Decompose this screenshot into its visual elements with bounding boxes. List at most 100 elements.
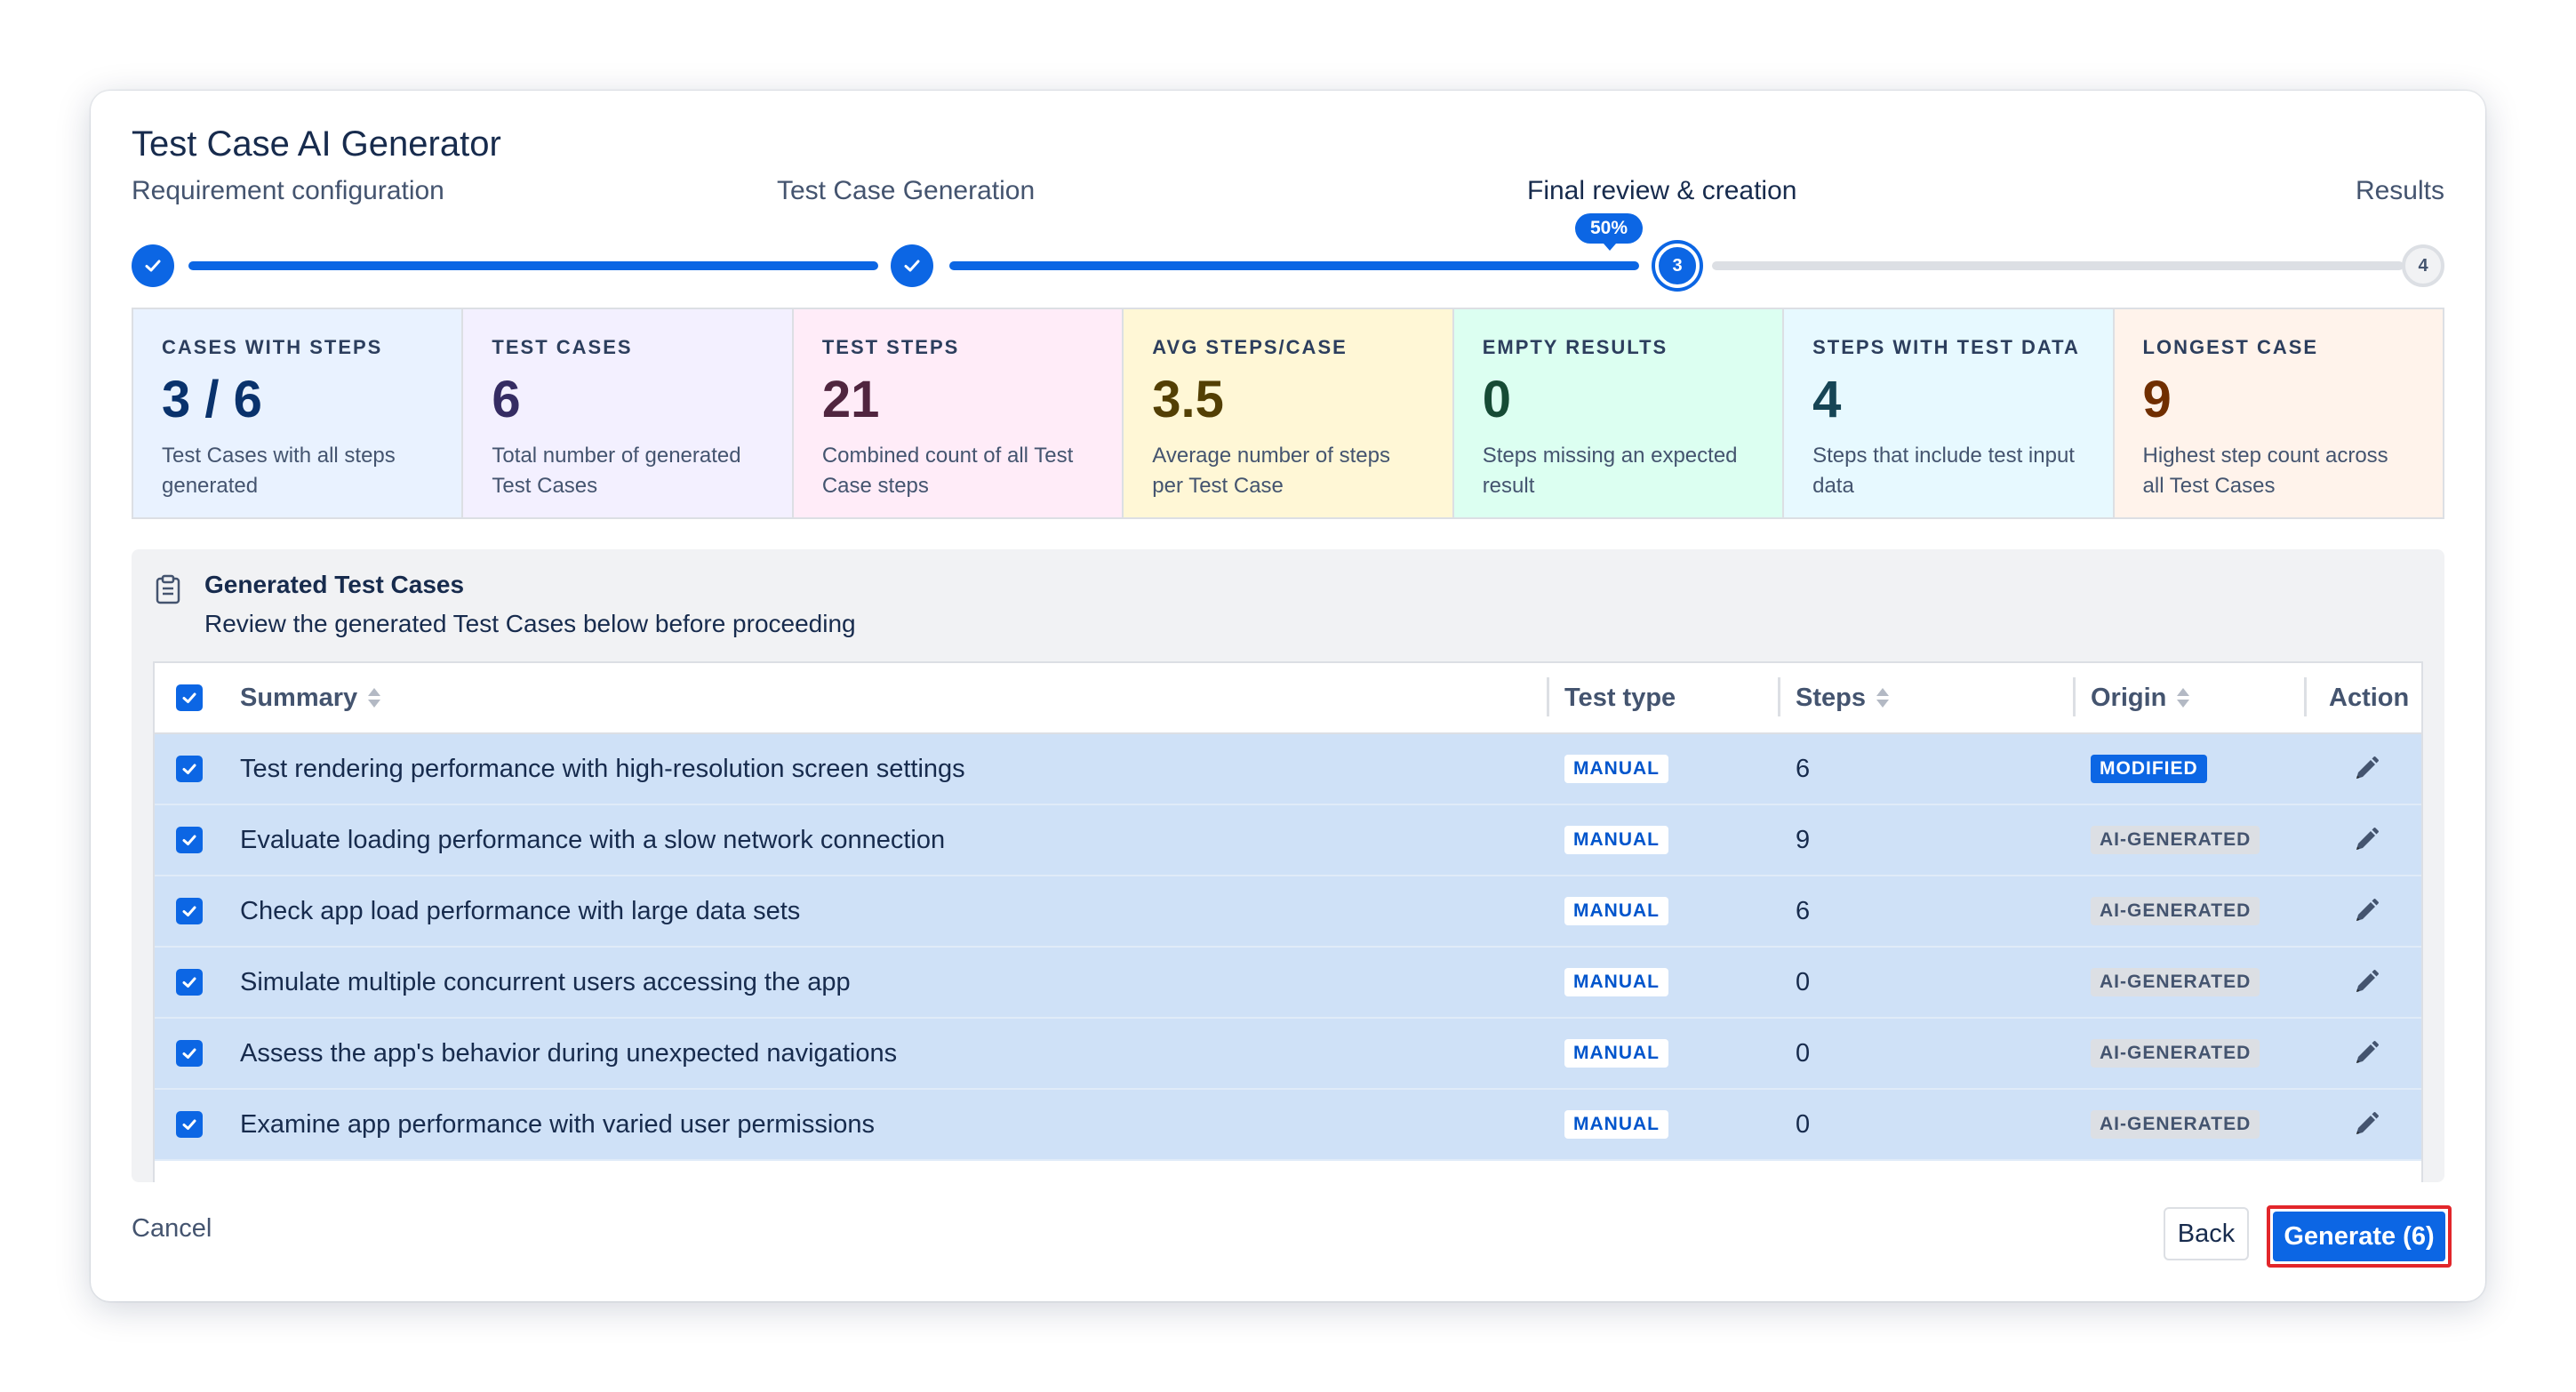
stat-value: 4 [1812, 371, 1842, 428]
row-steps-count: 6 [1796, 754, 1811, 783]
stat-label: EMPTY RESULTS [1482, 336, 1668, 358]
check-icon [182, 906, 196, 916]
stat-value: 0 [1482, 371, 1511, 428]
cancel-button[interactable]: Cancel [132, 1214, 212, 1244]
test-type-lozenge: MANUAL [1564, 826, 1668, 854]
progress-percent-badge: 50% [1575, 213, 1643, 251]
row-test-type: MANUAL [1564, 805, 1668, 875]
edit-button[interactable] [2352, 1090, 2380, 1159]
column-header-origin[interactable]: Origin [2091, 663, 2190, 732]
table-row[interactable]: Check app load performance with large da… [155, 876, 2421, 948]
stats-summary: CASES WITH STEPS 3 / 6 Test Cases with a… [132, 308, 2444, 519]
row-summary: Examine app performance with varied user… [240, 1109, 876, 1139]
column-header-origin-label: Origin [2091, 683, 2167, 712]
edit-button[interactable] [2352, 734, 2380, 804]
edit-button[interactable] [2352, 948, 2380, 1017]
check-icon [904, 260, 920, 272]
row-origin: AI-GENERATED [2091, 876, 2260, 946]
check-icon [145, 260, 161, 272]
origin-lozenge: AI-GENERATED [2091, 1110, 2260, 1139]
stat-value: 3.5 [1152, 371, 1224, 428]
column-header-summary-label: Summary [240, 683, 358, 712]
column-header-test-type: Test type [1564, 663, 1676, 732]
step-4-pending-indicator: 4 [2402, 244, 2444, 287]
check-icon [182, 692, 196, 703]
table-row[interactable]: Test rendering performance with high-res… [155, 734, 2421, 805]
row-test-type: MANUAL [1564, 948, 1668, 1017]
check-icon [182, 764, 196, 774]
column-divider[interactable] [1778, 677, 1780, 716]
edit-button[interactable] [2352, 1019, 2380, 1088]
check-icon [182, 977, 196, 988]
table-header: Summary Test type Steps Origin Action [155, 663, 2421, 734]
column-header-summary[interactable]: Summary [240, 663, 381, 732]
row-checkbox[interactable] [176, 734, 203, 804]
stat-description: Combined count of all Test Case steps [821, 444, 1074, 498]
test-cases-table: Summary Test type Steps Origin Action Te… [153, 661, 2423, 1182]
row-summary: Simulate multiple concurrent users acces… [240, 967, 851, 996]
stat-description: Average number of steps per Test Case [1152, 444, 1390, 498]
column-divider[interactable] [2304, 677, 2307, 716]
stat-card-longest-case: LONGEST CASE 9 Highest step count across… [2114, 309, 2443, 517]
pencil-icon [2356, 1112, 2379, 1134]
origin-lozenge: AI-GENERATED [2091, 968, 2260, 996]
column-header-test-type-label: Test type [1564, 683, 1676, 712]
origin-lozenge: AI-GENERATED [2091, 897, 2260, 925]
row-checkbox[interactable] [176, 1090, 203, 1159]
row-origin: AI-GENERATED [2091, 1090, 2260, 1159]
generate-button[interactable]: Generate (6) [2273, 1212, 2445, 1261]
test-type-lozenge: MANUAL [1564, 1039, 1668, 1068]
column-divider[interactable] [2073, 677, 2076, 716]
table-row[interactable]: Evaluate loading performance with a slow… [155, 805, 2421, 876]
stat-description: Highest step count across all Test Cases [2142, 444, 2388, 498]
select-all-checkbox[interactable] [176, 663, 203, 732]
stat-value: 21 [821, 371, 880, 428]
edit-button[interactable] [2352, 805, 2380, 875]
table-row[interactable]: Examine app performance with varied user… [155, 1090, 2421, 1161]
test-type-lozenge: MANUAL [1564, 755, 1668, 783]
generated-test-cases-panel: Generated Test Cases Review the generate… [132, 549, 2444, 1182]
row-checkbox[interactable] [176, 948, 203, 1017]
stat-description: Steps that include test input data [1812, 444, 2075, 498]
table-row[interactable]: Assess the app's behavior during unexpec… [155, 1019, 2421, 1090]
row-steps-count: 0 [1796, 967, 1811, 996]
row-summary: Assess the app's behavior during unexpec… [240, 1038, 898, 1068]
origin-lozenge: MODIFIED [2091, 755, 2207, 783]
row-checkbox[interactable] [176, 1019, 203, 1088]
stat-card-cases-with-steps: CASES WITH STEPS 3 / 6 Test Cases with a… [133, 309, 464, 517]
row-checkbox[interactable] [176, 805, 203, 875]
column-divider[interactable] [1547, 677, 1549, 716]
stat-card-empty-results: EMPTY RESULTS 0 Steps missing an expecte… [1453, 309, 1785, 517]
pencil-icon [2356, 828, 2379, 850]
sort-icon [2177, 687, 2190, 708]
step-label-test-case-generation: Test Case Generation [777, 176, 1036, 205]
table-row[interactable]: Simulate multiple concurrent users acces… [155, 948, 2421, 1019]
column-header-steps[interactable]: Steps [1796, 663, 1889, 732]
step-connector-2 [949, 261, 1639, 270]
dialog-title: Test Case AI Generator [132, 124, 501, 164]
check-icon [182, 1048, 196, 1059]
test-type-lozenge: MANUAL [1564, 1110, 1668, 1139]
stat-card-avg-steps: AVG STEPS/CASE 3.5 Average number of ste… [1124, 309, 1454, 517]
step-label-results: Results [2355, 176, 2444, 205]
stat-card-steps-with-test-data: STEPS WITH TEST DATA 4 Steps that includ… [1784, 309, 2115, 517]
origin-lozenge: AI-GENERATED [2091, 826, 2260, 854]
step-label-final-review: Final review & creation [1527, 176, 1797, 205]
row-steps-count: 0 [1796, 1038, 1811, 1068]
test-type-lozenge: MANUAL [1564, 897, 1668, 925]
stat-label: CASES WITH STEPS [162, 336, 383, 358]
column-header-action: Action [2329, 663, 2409, 732]
edit-button[interactable] [2352, 876, 2380, 946]
step-2-complete-indicator [891, 244, 933, 287]
row-steps-count: 9 [1796, 825, 1811, 854]
pencil-icon [2356, 899, 2379, 921]
row-checkbox[interactable] [176, 876, 203, 946]
step-connector-3 [1712, 261, 2404, 270]
check-icon [182, 1119, 196, 1130]
stat-description: Steps missing an expected result [1482, 444, 1738, 498]
back-button[interactable]: Back [2164, 1207, 2249, 1260]
panel-title: Generated Test Cases [204, 571, 465, 598]
stat-label: AVG STEPS/CASE [1152, 336, 1348, 358]
stat-card-test-steps: TEST STEPS 21 Combined count of all Test… [793, 309, 1124, 517]
row-test-type: MANUAL [1564, 734, 1668, 804]
